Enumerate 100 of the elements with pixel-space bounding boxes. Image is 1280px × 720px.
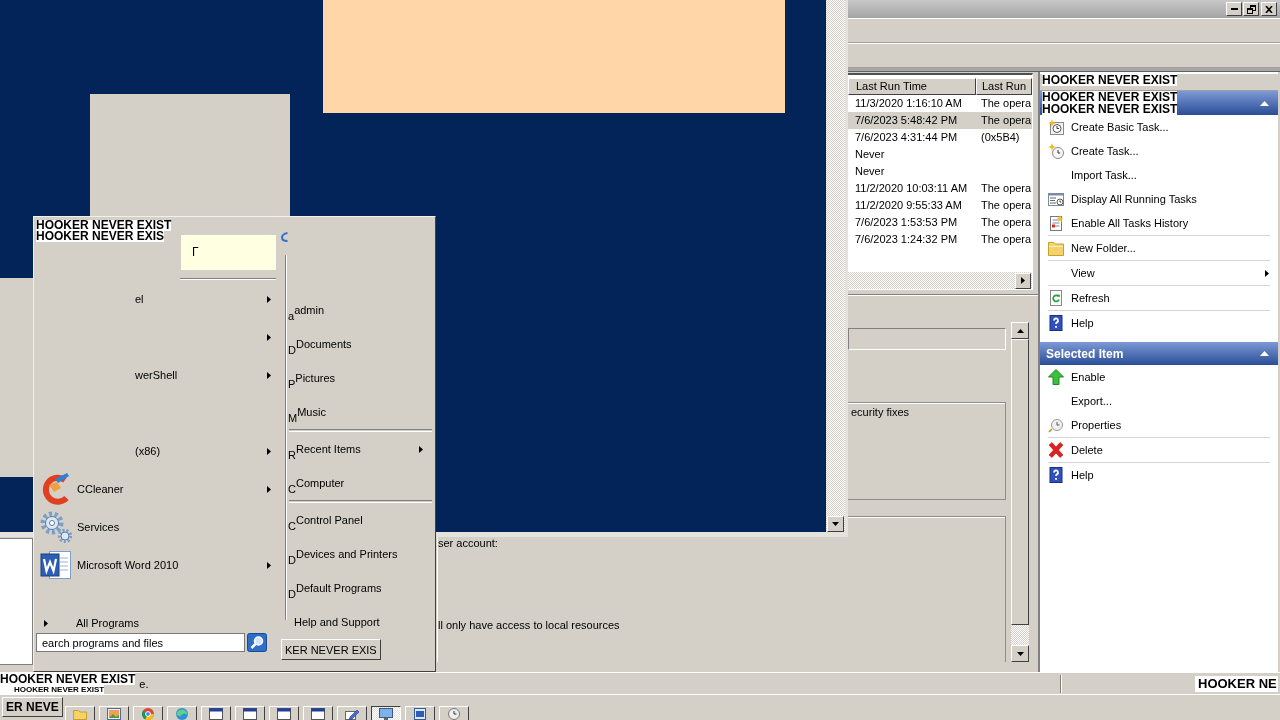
menu-item[interactable]: Recent Items: [295, 440, 435, 458]
menu-item[interactable]: Pictures: [295, 369, 435, 387]
close-button[interactable]: [1261, 2, 1277, 16]
caret-icon: [1021, 277, 1025, 284]
delete-icon: [1048, 442, 1064, 458]
menu-item[interactable]: All Programs: [34, 616, 139, 630]
note-text: ll only have access to local resources: [438, 619, 621, 632]
caret-icon: [1260, 351, 1269, 356]
action-button[interactable]: KER NEVER EXIS: [281, 639, 381, 660]
help-icon: [1048, 315, 1064, 331]
start-button[interactable]: ER NEVE: [2, 697, 63, 717]
menu-item[interactable]: Help and Support: [294, 613, 435, 631]
initial-letter: C: [288, 520, 296, 533]
table-cell-text: The opera: [980, 198, 1032, 213]
menu-item[interactable]: Services: [34, 508, 285, 546]
search-button[interactable]: [247, 633, 267, 652]
restore-button[interactable]: [1243, 2, 1259, 16]
scroll-down-button[interactable]: [1011, 645, 1029, 662]
table-row[interactable]: 7/6/2023 1:24:32 PM The opera: [848, 231, 1032, 248]
restore-icon: [1246, 4, 1256, 14]
monitor-icon: [378, 708, 393, 720]
menu-item[interactable]: Computer: [295, 474, 435, 492]
initial-letter: M: [288, 412, 298, 425]
overlay-text: HOOKER NEVER EXIST: [36, 220, 172, 231]
scroll-thumb[interactable]: [1011, 339, 1029, 625]
clock-icon: [1048, 143, 1064, 159]
caret-icon: [832, 522, 839, 526]
action-item[interactable]: Export...: [1040, 389, 1278, 413]
scrollbar[interactable]: [848, 272, 1032, 289]
table-row[interactable]: 7/6/2023 4:31:44 PM (0x5B4): [848, 129, 1032, 146]
table-cell-text: 11/2/2020 10:03:11 AM: [854, 181, 969, 196]
menu-item[interactable]: Music: [297, 403, 435, 421]
document-icon: [40, 549, 72, 581]
table-row[interactable]: Never: [848, 163, 1032, 180]
menu-item[interactable]: Documents: [295, 335, 435, 353]
action-item[interactable]: Help: [1040, 311, 1278, 335]
scroll-down-button[interactable]: [827, 516, 844, 532]
brush-icon: [40, 473, 72, 505]
minimize-button[interactable]: [1226, 2, 1242, 16]
menu-item[interactable]: Default Programs: [295, 579, 435, 597]
action-item[interactable]: Refresh: [1040, 286, 1278, 310]
overlay-text: HOOKER NEVER EXIS: [36, 231, 165, 242]
table-row[interactable]: 11/3/2020 1:16:10 AM The opera: [848, 95, 1032, 112]
close-icon: [1265, 5, 1273, 13]
menu-item[interactable]: admin: [294, 301, 435, 319]
action-item[interactable]: Enable All Tasks History: [1040, 211, 1278, 235]
table-cell-text: The opera: [980, 96, 1032, 111]
action-item[interactable]: Help: [1040, 463, 1278, 487]
table-row[interactable]: Never: [848, 146, 1032, 163]
table-cell-text: 7/6/2023 4:31:44 PM: [854, 130, 959, 145]
action-item[interactable]: Import Task...: [1040, 163, 1278, 187]
scrollbar[interactable]: [826, 0, 845, 532]
table-cell-text: 7/6/2023 5:48:42 PM: [854, 113, 959, 128]
table-cell-text: Never: [854, 164, 886, 179]
menu-item[interactable]: (x86): [34, 432, 285, 470]
action-item[interactable]: New Folder...: [1040, 236, 1278, 260]
clock-icon: [1048, 119, 1064, 135]
initial-letter: C: [288, 483, 296, 496]
search-field[interactable]: earch programs and files: [36, 633, 245, 652]
caret-icon: [1260, 100, 1269, 106]
menu-item[interactable]: CCleaner: [34, 470, 285, 508]
menu-item[interactable]: Control Panel: [295, 511, 435, 529]
menu-item[interactable]: el: [34, 280, 285, 318]
caret-icon: [1016, 328, 1024, 333]
initial-letter: D: [288, 344, 296, 357]
help-icon: [1048, 467, 1064, 483]
scroll-up-button[interactable]: [1011, 322, 1029, 339]
column-header[interactable]: Last Run Time: [848, 78, 976, 95]
clock-icon: [446, 708, 461, 720]
initial-letter: R: [288, 449, 296, 462]
menu-item[interactable]: Devices and Printers: [295, 545, 435, 563]
menu-item[interactable]: werShell: [34, 356, 285, 394]
table-row[interactable]: 7/6/2023 1:53:53 PM The opera: [848, 214, 1032, 231]
table-row[interactable]: 11/2/2020 9:55:33 AM The opera: [848, 197, 1032, 214]
action-item[interactable]: Properties: [1040, 413, 1278, 437]
scroll-right-button[interactable]: [1015, 272, 1031, 289]
gear-icon: [40, 511, 72, 543]
taskbar-button[interactable]: [370, 706, 401, 720]
action-item[interactable]: Delete: [1040, 438, 1278, 462]
action-item[interactable]: Create Task...: [1040, 139, 1278, 163]
minimize-icon: [1230, 8, 1238, 10]
table-cell-text: The opera: [980, 181, 1032, 196]
scrollbar[interactable]: [1011, 322, 1029, 662]
table-row[interactable]: 11/2/2020 10:03:11 AM The opera: [848, 180, 1032, 197]
initial-letter: D: [288, 588, 296, 601]
text-field[interactable]: [848, 328, 1006, 350]
refresh-icon: [1048, 290, 1064, 306]
action-item[interactable]: View: [1040, 261, 1278, 285]
menu-item[interactable]: Microsoft Word 2010: [34, 546, 285, 584]
circle-icon: [174, 708, 189, 720]
action-item[interactable]: Create Basic Task...: [1040, 115, 1278, 139]
action-item[interactable]: Enable: [1040, 365, 1278, 389]
table-cell-text: The opera: [980, 232, 1032, 247]
action-item[interactable]: Display All Running Tasks: [1040, 187, 1278, 211]
column-header[interactable]: Last Run: [976, 78, 1032, 95]
label-text: ser account:: [438, 537, 499, 550]
table-row[interactable]: 7/6/2023 5:48:42 PM The opera: [848, 112, 1032, 129]
table-cell-text: The opera: [980, 113, 1032, 128]
folder-icon: [72, 708, 87, 720]
section-header[interactable]: Selected Item: [1040, 342, 1278, 365]
